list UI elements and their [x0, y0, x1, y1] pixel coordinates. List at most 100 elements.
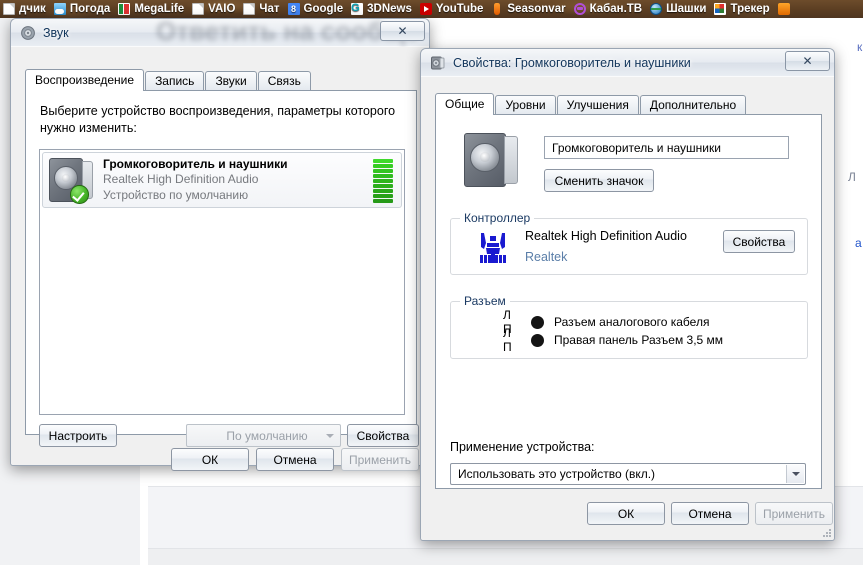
- sound-dialog-body: Воспроизведение Запись Звуки Связь Выбер…: [11, 47, 429, 471]
- bookmark-label: VAIO: [208, 2, 236, 15]
- default-device-check-icon: [70, 185, 89, 204]
- controller-name: Realtek High Definition Audio: [525, 229, 687, 243]
- properties-dialog-titlebar[interactable]: Свойства: Громкоговоритель и наушники ✕: [421, 49, 834, 77]
- connector-jack-icon: [531, 333, 544, 347]
- properties-button[interactable]: Свойства: [347, 424, 419, 447]
- device-name-input[interactable]: Громкоговоритель и наушники: [544, 136, 789, 159]
- bookmark-item-трекер[interactable]: Трекер: [711, 0, 774, 18]
- chevron-down-icon: [321, 426, 339, 445]
- speaker-properties-dialog[interactable]: Свойства: Громкоговоритель и наушники ✕ …: [420, 48, 835, 541]
- device-usage-dropdown[interactable]: Использовать это устройство (вкл.): [450, 463, 806, 485]
- doc-icon: [192, 3, 205, 15]
- edge-icon: [777, 3, 790, 15]
- bookmark-item-edge[interactable]: [775, 0, 799, 18]
- sound-dialog-close-button[interactable]: ✕: [380, 21, 425, 41]
- tab-enhancements[interactable]: Улучшения: [556, 95, 639, 115]
- page-text-fragment-l: Л: [848, 170, 856, 184]
- doc-icon: [243, 3, 256, 15]
- device-speaker-icon: [464, 133, 518, 187]
- tab-playback[interactable]: Воспроизведение: [25, 69, 145, 91]
- bookmark-label: YouTube: [435, 2, 484, 15]
- sound-icon: [20, 25, 36, 41]
- page-text-fragment-k: к: [857, 40, 863, 54]
- tab-communications[interactable]: Связь: [257, 71, 311, 91]
- bookmark-label: Чат: [259, 2, 280, 15]
- change-icon-button[interactable]: Сменить значок: [544, 169, 654, 192]
- device-info: Громкоговоритель и наушники Realtek High…: [103, 157, 288, 203]
- device-name-value: Громкоговоритель и наушники: [552, 140, 721, 155]
- speaker-icon: [49, 158, 93, 204]
- tab-sounds[interactable]: Звуки: [205, 71, 257, 91]
- weather-icon: [53, 3, 66, 15]
- connector-row: Л П Разъем аналогового кабеля: [503, 308, 723, 336]
- bookmark-item-чат[interactable]: Чат: [240, 0, 284, 18]
- connector-channels: Л П: [503, 326, 515, 354]
- connector-rows: Л П Разъем аналогового кабеля Л П Правая…: [503, 308, 723, 354]
- apply-button: Применить: [755, 502, 833, 525]
- bookmark-item-кабан-тв[interactable]: Кабан.ТВ: [571, 0, 648, 18]
- bookmark-label: MegaLife: [134, 2, 185, 15]
- tab-recording[interactable]: Запись: [145, 71, 205, 91]
- connector-description: Разъем аналогового кабеля: [554, 315, 710, 329]
- tab-advanced[interactable]: Дополнительно: [639, 95, 747, 115]
- ok-button[interactable]: ОК: [171, 448, 249, 471]
- sound-dialog-titlebar[interactable]: Ответить на сообще Звук ✕: [11, 16, 429, 47]
- megalife-icon: [118, 3, 131, 15]
- page-text-fragment-a: а: [855, 236, 862, 250]
- cancel-button[interactable]: Отмена: [256, 448, 334, 471]
- device-list-item-speakers[interactable]: Громкоговоритель и наушники Realtek High…: [42, 152, 402, 208]
- close-icon: ✕: [397, 24, 408, 38]
- sound-dialog-title: Звук: [43, 26, 69, 40]
- controller-vendor: Realtek: [525, 250, 568, 264]
- controller-group-label: Контроллер: [460, 211, 535, 225]
- connector-jack-icon: [531, 315, 544, 329]
- tab-levels[interactable]: Уровни: [495, 95, 556, 115]
- seasonvar-icon: [491, 3, 503, 15]
- realtek-logo-icon: [473, 227, 513, 267]
- device-status: Устройство по умолчанию: [103, 187, 249, 202]
- shashki-icon: [650, 3, 663, 15]
- sound-dialog[interactable]: Ответить на сообще Звук ✕ Воспроизведени…: [10, 16, 430, 471]
- controller-properties-button[interactable]: Свойства: [723, 230, 795, 253]
- configure-button[interactable]: Настроить: [39, 424, 117, 447]
- cancel-button[interactable]: Отмена: [671, 502, 749, 525]
- bookmark-item-youtube[interactable]: YouTube: [417, 0, 488, 18]
- bookmark-label: дчик: [19, 2, 46, 15]
- bookmark-item-шашки[interactable]: Шашки: [647, 0, 711, 18]
- device-name: Громкоговоритель и наушники: [103, 156, 288, 171]
- bookmark-item-megalife[interactable]: MegaLife: [115, 0, 189, 18]
- 3dnews-icon: [351, 2, 364, 15]
- device-driver: Realtek High Definition Audio: [103, 172, 259, 187]
- properties-dialog-title: Свойства: Громкоговоритель и наушники: [453, 56, 691, 70]
- browser-bookmarks-bar[interactable]: дчик Погода MegaLife VAIO Чат 8Google 3DNews Yo…: [0, 0, 863, 18]
- set-default-label: По умолчанию: [226, 428, 308, 443]
- bookmark-label: 3DNews: [367, 2, 412, 15]
- speaker-properties-icon: [430, 55, 446, 71]
- youtube-icon: [419, 3, 432, 15]
- bookmark-item-vaio[interactable]: VAIO: [189, 0, 240, 18]
- resize-grip[interactable]: [819, 525, 831, 537]
- playback-instruction-line2: нужно изменить:: [40, 121, 137, 135]
- bookmark-item-дчик[interactable]: дчик: [0, 0, 51, 18]
- bookmark-item-google[interactable]: 8 Google: [285, 0, 349, 18]
- bookmark-label: Трекер: [730, 2, 770, 15]
- bookmark-label: Кабан.ТВ: [589, 2, 643, 15]
- tab-general[interactable]: Общие: [435, 93, 495, 115]
- properties-dialog-close-button[interactable]: ✕: [785, 51, 830, 71]
- bookmark-item-3dnews[interactable]: 3DNews: [348, 0, 417, 18]
- chevron-down-icon[interactable]: [786, 465, 804, 483]
- volume-meter: [373, 159, 393, 203]
- controller-group: Контроллер Realtek High Definition Audio…: [450, 211, 808, 275]
- properties-tabstrip[interactable]: Общие Уровни Улучшения Дополнительно: [435, 93, 747, 115]
- apply-button: Применить: [341, 448, 419, 471]
- bookmark-label: Seasonvar: [507, 2, 566, 15]
- general-tab-panel: Громкоговоритель и наушники Сменить знач…: [435, 114, 822, 489]
- sound-tabstrip[interactable]: Воспроизведение Запись Звуки Связь: [25, 69, 312, 91]
- page-card-footer: [148, 548, 863, 565]
- bookmark-item-погода[interactable]: Погода: [51, 0, 116, 18]
- playback-device-list[interactable]: Громкоговоритель и наушники Realtek High…: [39, 149, 405, 415]
- connector-row: Л П Правая панель Разъем 3,5 мм: [503, 326, 723, 354]
- bookmark-item-seasonvar[interactable]: Seasonvar: [488, 0, 570, 18]
- ok-button[interactable]: ОК: [587, 502, 665, 525]
- bookmark-label: Шашки: [666, 2, 707, 15]
